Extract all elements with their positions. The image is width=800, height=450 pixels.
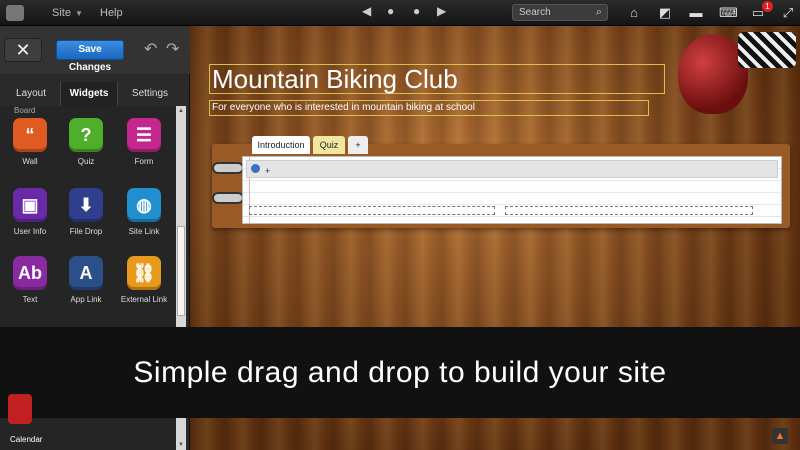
panel-tabs: Layout Widgets Settings: [0, 82, 190, 106]
widget-label: Text: [22, 295, 38, 304]
lamp-arm: [738, 32, 796, 68]
site-menu[interactable]: Site ▼: [52, 7, 83, 19]
text-icon: Ab: [13, 256, 47, 290]
tab-quiz[interactable]: Quiz: [313, 136, 345, 154]
slide-dot-icon[interactable]: ●: [387, 4, 394, 18]
undo-icon[interactable]: ↶: [144, 39, 157, 59]
widget-label: User Info: [13, 227, 47, 236]
site-subtitle[interactable]: For everyone who is interested in mounta…: [209, 100, 649, 116]
tab-widgets[interactable]: Widgets: [60, 82, 118, 106]
app-window: Site ▼ Help ◀ ● ● ▶ Search ⌕ ⌂ ◩ ▬ ⌨ ▭ 1 …: [0, 0, 800, 450]
chain-link-icon: ⛓: [127, 256, 161, 290]
notebook-page[interactable]: +: [242, 156, 782, 224]
pushpin-icon[interactable]: [251, 164, 260, 173]
widget-label: File Drop: [69, 227, 103, 236]
help-menu[interactable]: Help: [100, 7, 123, 19]
widget-label: Quiz: [77, 157, 95, 166]
prev-arrow-icon[interactable]: ◀: [362, 4, 371, 18]
scroll-thumb[interactable]: [177, 226, 185, 316]
widget-text[interactable]: Ab Text: [2, 256, 58, 305]
widget-wall[interactable]: “ Wall: [2, 118, 58, 167]
panel-toolbar: ✕ Save Changes ↶ ↷: [0, 26, 190, 74]
notebook-widget[interactable]: Introduction Quiz + +: [212, 136, 790, 228]
slide-dot-icon[interactable]: ●: [413, 4, 420, 18]
tab-introduction[interactable]: Introduction: [252, 136, 310, 154]
widget-label: External Link: [120, 295, 168, 304]
close-icon: ✕: [15, 40, 31, 60]
widget-file-drop[interactable]: ⬇ File Drop: [58, 188, 114, 237]
binder-ring-icon: [212, 192, 244, 204]
widget-label: Wall: [22, 157, 38, 166]
fullscreen-icon[interactable]: ⤢: [780, 5, 796, 21]
globe-icon: ◍: [127, 188, 161, 222]
question-icon: ?: [69, 118, 103, 152]
widget-user-info[interactable]: ▣ User Info: [2, 188, 58, 237]
home-icon[interactable]: ⌂: [626, 5, 642, 21]
binder-ring-icon: [212, 162, 244, 174]
site-menu-label: Site: [52, 7, 71, 19]
widget-label: Form: [134, 157, 154, 166]
app-logo-icon[interactable]: [6, 5, 24, 21]
close-button[interactable]: ✕: [4, 38, 42, 62]
search-placeholder: Search: [519, 7, 551, 18]
quote-icon: “: [13, 118, 47, 152]
top-bar: Site ▼ Help ◀ ● ● ▶ Search ⌕ ⌂ ◩ ▬ ⌨ ▭ 1 …: [0, 0, 800, 26]
search-icon[interactable]: ⌕: [596, 6, 602, 19]
app-link-icon: A: [69, 256, 103, 290]
content-row[interactable]: +: [246, 160, 778, 178]
scroll-up-icon[interactable]: ▲: [177, 108, 185, 114]
widget-label: Board: [14, 106, 36, 115]
user-card-icon: ▣: [13, 188, 47, 222]
keyboard-icon[interactable]: ⌨: [719, 5, 738, 21]
widget-site-link[interactable]: ◍ Site Link: [116, 188, 172, 237]
file-drop-icon: ⬇: [69, 188, 103, 222]
site-title[interactable]: Mountain Biking Club: [209, 64, 665, 94]
drop-zone-right[interactable]: [505, 206, 753, 215]
widget-label: Site Link: [128, 227, 160, 236]
widget-form[interactable]: ☰ Form: [116, 118, 172, 167]
redo-icon[interactable]: ↷: [166, 39, 179, 59]
caption-banner: Simple drag and drop to build your site: [0, 327, 800, 418]
search-input[interactable]: Search ⌕: [512, 4, 608, 21]
calendar-widget-label: Calendar: [10, 435, 43, 444]
drop-zone-left[interactable]: [249, 206, 495, 215]
scroll-down-icon[interactable]: ▼: [177, 442, 185, 448]
widget-quiz[interactable]: ? Quiz: [58, 118, 114, 167]
widget-external-link[interactable]: ⛓ External Link: [116, 256, 172, 305]
notification-badge: 1: [762, 1, 773, 12]
chevron-down-icon: ▼: [74, 9, 83, 18]
folder-icon[interactable]: ▬: [688, 5, 704, 21]
form-icon: ☰: [127, 118, 161, 152]
save-changes-button[interactable]: Save Changes: [56, 40, 124, 73]
lamp-decoration-icon: [676, 28, 800, 128]
add-tab-button[interactable]: +: [348, 136, 368, 154]
next-arrow-icon[interactable]: ▶: [437, 4, 446, 18]
widget-label: App Link: [70, 295, 102, 304]
add-content-icon[interactable]: +: [265, 166, 270, 176]
calendar-icon[interactable]: [8, 394, 32, 424]
tab-settings[interactable]: Settings: [124, 82, 176, 106]
tab-layout[interactable]: Layout: [6, 82, 56, 106]
publish-icon[interactable]: ◩: [657, 5, 673, 21]
widget-app-link[interactable]: A App Link: [58, 256, 114, 305]
warning-icon[interactable]: ▲: [772, 428, 788, 444]
